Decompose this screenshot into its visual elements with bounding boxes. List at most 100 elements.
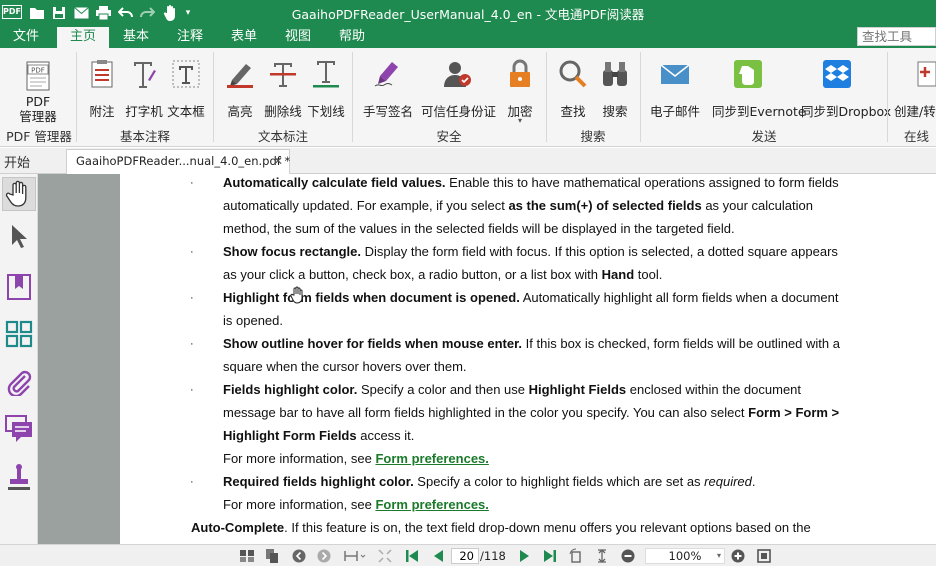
zoom-out-icon[interactable] [619, 547, 637, 565]
group-search: 搜索 [580, 129, 606, 144]
tab-start[interactable]: 开始 [4, 152, 30, 171]
thumbnails-icon [5, 320, 33, 348]
sync-evernote-button[interactable]: 同步到Evernote [712, 58, 806, 119]
doc-line: message bar to have all form fields high… [223, 405, 840, 420]
pdf-manager-label: PDF 管理器 [19, 94, 57, 124]
form-preferences-link[interactable]: Form preferences. [375, 497, 488, 512]
handwritten-signature-button[interactable]: 手写签名 [363, 58, 413, 119]
tab-view[interactable]: 视图 [276, 27, 320, 48]
form-preferences-link[interactable]: Form preferences. [375, 451, 488, 466]
thumbnails-button[interactable] [2, 317, 36, 351]
hand-tool-button[interactable] [2, 177, 36, 211]
underline-button[interactable]: 下划线 [307, 58, 345, 119]
zoom-in-icon[interactable] [729, 547, 747, 565]
bullet: · [190, 338, 194, 350]
tab-home[interactable]: 主页 [57, 27, 109, 48]
textbox-button[interactable]: 文本框 [167, 58, 205, 119]
stamp-icon [8, 464, 30, 490]
next-page-icon[interactable] [516, 547, 534, 565]
pdf-manager-button[interactable]: PDF PDF 管理器 [19, 60, 57, 124]
zoom-level-select[interactable]: 100% ▾ [645, 548, 725, 564]
sync-dropbox-button[interactable]: 同步到Dropbox [801, 58, 891, 119]
doc-line: method, the sum of the values in the sel… [223, 221, 735, 236]
create-convert-icon [917, 61, 936, 87]
group-separator [546, 52, 547, 142]
signature-pen-icon [374, 62, 398, 87]
page-number-input[interactable] [451, 548, 479, 564]
hand-cursor-icon [290, 286, 303, 304]
search-button[interactable]: 搜索 [599, 58, 631, 119]
first-page-icon[interactable] [403, 547, 421, 565]
chevron-down-icon: ▾ [716, 551, 721, 560]
magnifier-icon [559, 60, 587, 88]
select-tool-button[interactable] [2, 219, 36, 253]
document-tab-label: GaaihoPDFReader...nual_4.0_en.pdf * [76, 154, 291, 168]
doc-line: Show outline hover for fields when mouse… [223, 336, 840, 351]
doc-line: automatically updated. For example, if y… [223, 198, 813, 213]
trusted-id-button[interactable]: 可信任身份证 [421, 58, 496, 119]
tab-comment[interactable]: 注释 [168, 27, 212, 48]
bookmarks-button[interactable] [2, 270, 36, 304]
doc-line: Fields highlight color. Specify a color … [223, 382, 802, 397]
doc-line: Automatically calculate field values. En… [223, 175, 839, 190]
tab-basic[interactable]: 基本 [114, 27, 158, 48]
close-tab-icon[interactable]: ✕ [273, 150, 283, 173]
next-view-icon[interactable] [315, 547, 333, 565]
strikeout-icon [270, 63, 296, 87]
encrypt-dropdown-icon[interactable]: ▾ [504, 116, 536, 125]
doc-line: Highlight form fields when document is o… [223, 290, 839, 305]
underline-icon [313, 61, 339, 88]
doc-line: Required fields highlight color. Specify… [223, 474, 756, 489]
fit-width-icon[interactable] [342, 547, 368, 565]
encrypt-button[interactable]: 加密 ▾ [504, 58, 536, 125]
last-page-icon[interactable] [541, 547, 559, 565]
fit-page-icon[interactable] [376, 547, 394, 565]
tab-help[interactable]: 帮助 [330, 27, 374, 48]
document-tab-strip: 开始 GaaihoPDFReader...nual_4.0_en.pdf * ✕ [0, 148, 936, 174]
lock-icon [510, 59, 530, 87]
tool-search-input[interactable] [857, 27, 936, 46]
single-page-view-icon[interactable] [238, 547, 256, 565]
group-text-markup: 文本标注 [257, 129, 308, 144]
doc-line: as your click a button, check box, a rad… [223, 267, 663, 282]
comments-panel-button[interactable] [2, 412, 36, 446]
previous-page-icon[interactable] [429, 547, 447, 565]
rotate-icon[interactable] [567, 547, 585, 565]
group-send: 发送 [751, 129, 777, 144]
arrow-cursor-icon [12, 225, 27, 248]
bullet: · [190, 177, 194, 189]
attachments-button[interactable] [2, 365, 36, 399]
note-icon [91, 60, 113, 88]
tab-form[interactable]: 表单 [222, 27, 266, 48]
menu-bar: 文件 主页 基本 注释 表单 视图 帮助 [0, 25, 936, 48]
highlighter-icon [227, 64, 253, 88]
left-sidebar [0, 174, 38, 544]
signatures-panel-button[interactable] [2, 460, 36, 494]
doc-line: Show focus rectangle. Display the form f… [223, 244, 838, 259]
fit-height-icon[interactable] [593, 547, 611, 565]
pdf-manager-icon: PDF [26, 61, 50, 91]
full-screen-icon[interactable] [755, 547, 773, 565]
tab-document[interactable]: GaaihoPDFReader...nual_4.0_en.pdf * ✕ [66, 149, 290, 174]
group-separator [76, 52, 77, 142]
title-bar: PDF ▾ GaaihoPDFReader_UserManual_4.0_en … [0, 0, 936, 25]
binoculars-icon [603, 62, 627, 86]
previous-view-icon[interactable] [290, 547, 308, 565]
group-separator [352, 52, 353, 142]
typewriter-icon [134, 62, 156, 88]
doc-line: For more information, see Form preferenc… [223, 497, 489, 512]
email-label: 电子邮件 [649, 104, 700, 119]
envelope-icon [660, 64, 690, 84]
group-separator [887, 52, 888, 142]
svg-text:PDF: PDF [31, 67, 45, 75]
create-convert-button[interactable]: 创建/转 [894, 58, 936, 119]
email-button[interactable]: 电子邮件 [650, 58, 700, 119]
doc-line: Highlight Form Fields access it. [223, 428, 415, 443]
zoom-level: 100% [668, 549, 702, 563]
ribbon: PDF PDF 管理器 PDF 管理器 附注 打字机 文本框 基本注释 高亮 删… [0, 48, 936, 147]
document-page[interactable]: · Automatically calculate field values. … [120, 174, 936, 544]
tab-file[interactable]: 文件 [4, 27, 48, 48]
dropbox-icon [823, 60, 851, 88]
two-page-view-icon[interactable] [263, 547, 281, 565]
window-title: GaaihoPDFReader_UserManual_4.0_en - 文电通P… [291, 7, 645, 22]
